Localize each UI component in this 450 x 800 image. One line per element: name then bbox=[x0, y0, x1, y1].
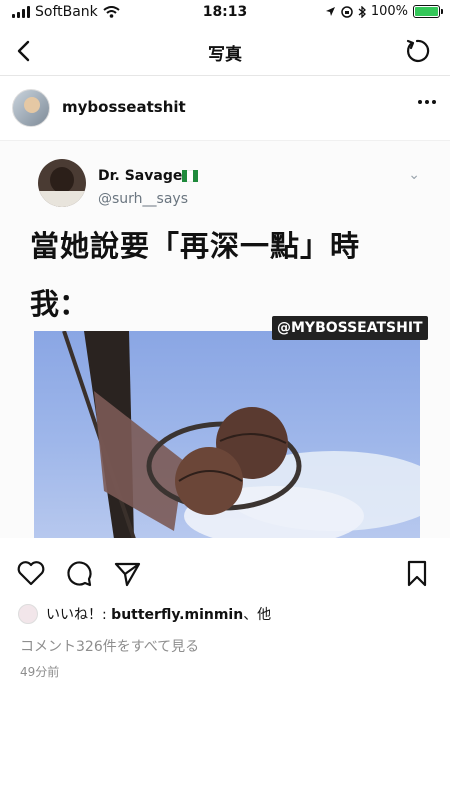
location-arrow-icon bbox=[325, 7, 335, 16]
post-username[interactable]: mybosseatshit bbox=[62, 98, 186, 116]
heart-icon[interactable] bbox=[16, 558, 46, 588]
likes-username[interactable]: butterfly.minmin bbox=[111, 607, 243, 623]
battery-fill bbox=[415, 7, 438, 16]
tweet-handle: @surh__says bbox=[98, 191, 189, 207]
comment-icon[interactable] bbox=[64, 558, 94, 588]
battery-icon bbox=[413, 5, 443, 18]
likes-text: いいね！: butterfly.minmin、他 bbox=[46, 604, 271, 624]
chevron-down-icon: ⌄ bbox=[408, 167, 420, 183]
tweet-text-line-1: 當她說要「再深一點」時 bbox=[30, 229, 361, 263]
status-bar: SoftBank 18:13 100% bbox=[0, 0, 450, 26]
post-image[interactable]: Dr. Savage @surh__says ⌄ 當她說要「再深一點」時 我： … bbox=[0, 140, 450, 538]
nigeria-flag-icon bbox=[182, 170, 198, 182]
liker-avatar bbox=[18, 604, 38, 624]
battery-percent: 100% bbox=[370, 4, 408, 19]
share-icon[interactable] bbox=[112, 558, 142, 588]
likes-suffix: 、他 bbox=[243, 607, 272, 623]
bluetooth-icon bbox=[358, 5, 366, 18]
avatar[interactable] bbox=[12, 89, 50, 127]
likes-row[interactable]: いいね！: butterfly.minmin、他 bbox=[18, 604, 271, 624]
basketball-hoop-photo bbox=[34, 331, 420, 538]
post-timestamp: 49分前 bbox=[20, 665, 60, 679]
likes-prefix: いいね！: bbox=[46, 607, 112, 623]
tweet-avatar bbox=[38, 159, 86, 207]
screen-lock-icon bbox=[341, 5, 353, 18]
page-title: 写真 bbox=[208, 45, 242, 65]
action-bar bbox=[0, 556, 450, 592]
tweet-text-line-2: 我： bbox=[30, 287, 89, 321]
bookmark-icon[interactable] bbox=[402, 558, 432, 588]
tweet-display-name: Dr. Savage bbox=[98, 168, 183, 184]
nav-bar: 写真 bbox=[0, 26, 450, 76]
view-all-comments-link[interactable]: コメント326件をすべて見る bbox=[20, 636, 199, 656]
more-options-icon[interactable] bbox=[418, 100, 436, 104]
status-right: 100% bbox=[325, 4, 443, 19]
post-header: mybosseatshit bbox=[0, 78, 450, 140]
watermark-label: @MYBOSSEATSHIT bbox=[272, 316, 428, 340]
refresh-icon[interactable] bbox=[402, 36, 432, 66]
